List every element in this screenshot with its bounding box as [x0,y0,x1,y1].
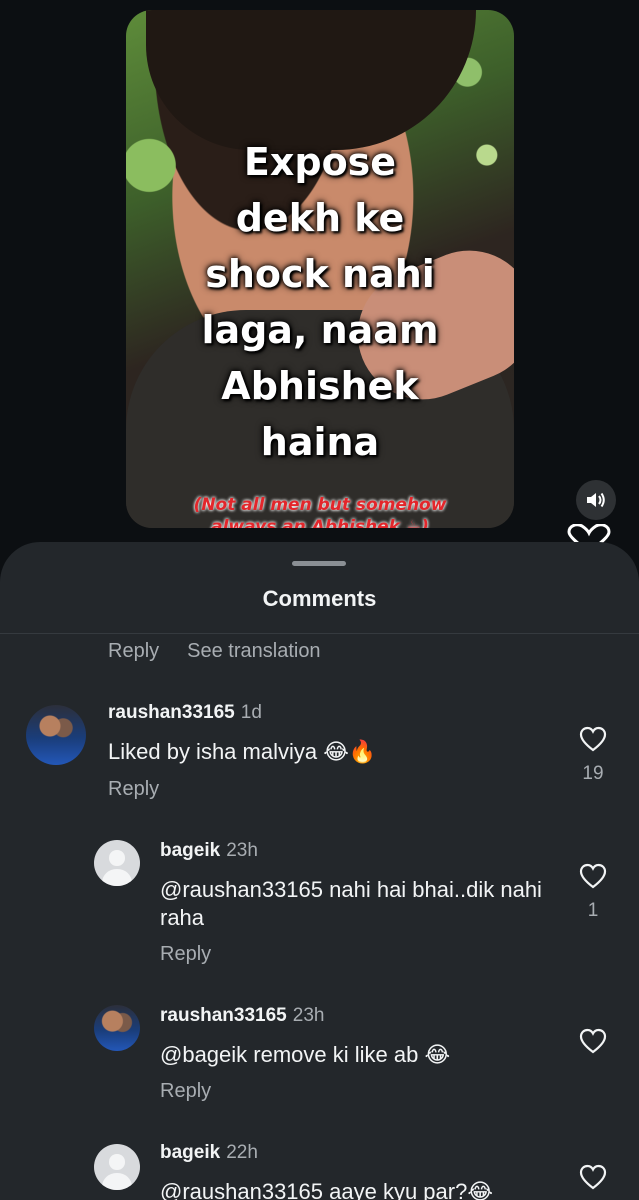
like-count: 1 [587,900,599,921]
comment-text: Liked by isha malviya 😂🔥 [108,739,377,764]
comment-username[interactable]: bageik [160,1142,220,1163]
heart-icon[interactable] [579,1028,607,1054]
reply-button[interactable]: Reply [108,778,159,801]
comment-username[interactable]: raushan33165 [108,702,235,723]
video-overlay-subtext: (Not all men but somehow always an Abhis… [193,495,447,528]
reply-button[interactable]: Reply [160,943,211,966]
like-count: 19 [582,763,604,784]
comment-username[interactable]: raushan33165 [160,1005,287,1026]
comment-time: 1d [240,702,262,723]
default-avatar-icon[interactable] [94,840,140,886]
video-scene-hair [146,10,476,150]
comment-time: 23h [226,840,258,861]
sheet-divider [0,633,639,634]
reply-button[interactable]: Reply [108,640,159,663]
comment-time: 22h [226,1142,258,1163]
heart-icon[interactable] [579,726,607,752]
comment-text: @bageik remove ki like ab 😂 [160,1042,451,1067]
comments-title: Comments [262,586,377,611]
sound-button[interactable] [576,480,616,520]
reel-video[interactable]: Expose dekh ke shock nahi laga, naam Abh… [126,10,514,528]
comment-time: 23h [292,1005,325,1026]
reply-button[interactable]: Reply [160,1080,211,1103]
drag-handle[interactable] [292,561,346,566]
comments-sheet: Comments Reply See translation raushan33… [0,542,639,1200]
sound-icon [587,492,605,508]
heart-icon[interactable] [579,1164,607,1190]
comment-text: @raushan33165 nahi hai bhai..dik nahi ra… [160,877,542,930]
comment-username[interactable]: bageik [160,840,220,861]
previous-comment-actions: Reply See translation [108,640,321,663]
video-overlay-text: Expose dekh ke shock nahi laga, naam Abh… [201,140,439,464]
comment-text: @raushan33165 aaye kyu par?😂 [160,1179,494,1200]
avatar[interactable] [94,1005,140,1051]
heart-icon[interactable] [579,863,607,889]
avatar[interactable] [26,705,86,765]
default-avatar-icon[interactable] [94,1144,140,1190]
see-translation-button[interactable]: See translation [187,640,320,663]
